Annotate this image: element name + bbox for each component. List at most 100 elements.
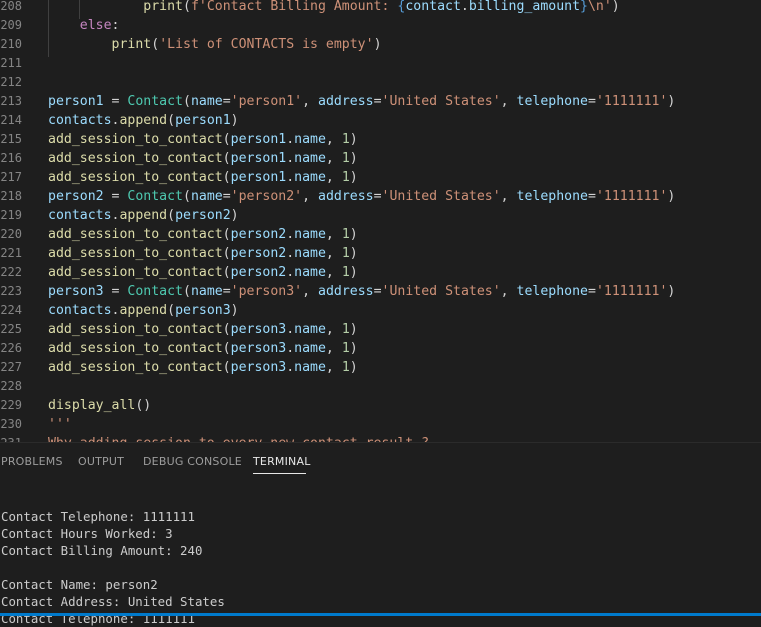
code-editor[interactable]: 208 print(f'Contact Billing Amount: {con… <box>0 0 761 442</box>
code-token: '1111111' <box>595 189 668 204</box>
code-text: print(f'Contact Billing Amount: {contact… <box>48 0 619 16</box>
code-token: ) <box>230 208 239 223</box>
code-line: 209 else: <box>0 16 761 35</box>
code-token: add_session_to_contact <box>48 151 223 166</box>
code-token: , <box>500 94 517 109</box>
code-token: . <box>286 227 295 242</box>
tab-output[interactable]: OUTPUT <box>78 455 124 468</box>
code-token: telephone <box>516 284 588 299</box>
code-token: ) <box>349 170 358 185</box>
code-token: ( <box>167 208 176 223</box>
code-token: person2 <box>175 208 231 223</box>
code-line: 228 <box>0 377 761 396</box>
code-token: person2 <box>48 189 104 204</box>
code-token: ( <box>151 37 160 52</box>
code-text: display_all() <box>48 396 151 415</box>
code-line: 230 ''' <box>0 415 761 434</box>
code-text: person3 = Contact(name='person3', addres… <box>48 282 675 301</box>
code-token: () <box>135 398 152 413</box>
code-token: contacts <box>48 208 112 223</box>
code-token: name <box>294 360 326 375</box>
code-token: append <box>119 303 168 318</box>
tab-problems[interactable]: PROBLEMS <box>1 455 63 468</box>
code-text: add_session_to_contact(person2.name, 1) <box>48 263 358 282</box>
line-number: 225 <box>0 322 22 336</box>
code-token: 1 <box>341 151 350 166</box>
code-token: 1 <box>341 341 350 356</box>
code-line: 223 person3 = Contact(name='person3', add… <box>0 282 761 301</box>
code-text: ''' <box>48 415 72 434</box>
code-token: append <box>119 113 168 128</box>
code-line: 231 Why adding session to every new conta… <box>0 434 761 442</box>
code-line: 220 add_session_to_contact(person2.name, … <box>0 225 761 244</box>
code-token: 1 <box>341 170 350 185</box>
terminal-line: Contact Hours Worked: 3 <box>1 526 173 541</box>
code-token: = <box>588 284 596 299</box>
line-number: 226 <box>0 341 22 355</box>
code-token: 1 <box>341 227 350 242</box>
code-token: person1 <box>230 170 287 185</box>
code-token: , <box>325 227 342 242</box>
code-token: = <box>222 284 231 299</box>
code-token: . <box>286 360 295 375</box>
code-token: ( <box>222 227 231 242</box>
line-number: 217 <box>0 170 22 184</box>
code-text: add_session_to_contact(person2.name, 1) <box>48 225 358 244</box>
code-token: print <box>143 0 183 14</box>
code-token: ( <box>222 151 231 166</box>
code-token: , <box>325 151 342 166</box>
code-token: 'person1' <box>230 94 303 109</box>
code-token: ) <box>349 341 358 356</box>
indent-guide <box>79 0 80 19</box>
line-number: 213 <box>0 94 22 108</box>
code-line: 225 add_session_to_contact(person3.name, … <box>0 320 761 339</box>
code-token: = <box>588 94 596 109</box>
tab-terminal[interactable]: TERMINAL <box>253 455 311 468</box>
code-text: person2 = Contact(name='person2', addres… <box>48 187 675 206</box>
code-token: person1 <box>230 132 287 147</box>
code-token: else <box>79 18 112 33</box>
code-line: 214 contacts.append(person1) <box>0 111 761 130</box>
line-number: 216 <box>0 151 22 165</box>
code-token: contacts <box>48 113 112 128</box>
code-token: ( <box>222 341 231 356</box>
code-text: person1 = Contact(name='person1', addres… <box>48 92 675 111</box>
code-token: add_session_to_contact <box>48 360 223 375</box>
line-number: 218 <box>0 189 22 203</box>
code-token: f'Contact Billing Amount: <box>190 0 398 14</box>
code-token: name <box>294 132 326 147</box>
code-token: 'person2' <box>230 189 303 204</box>
code-token: ) <box>349 322 358 337</box>
code-text: add_session_to_contact(person3.name, 1) <box>48 339 358 358</box>
code-token: telephone <box>516 94 588 109</box>
line-number: 230 <box>0 417 22 431</box>
code-token: ) <box>349 265 358 280</box>
terminal-output[interactable]: Contact Telephone: 1111111 Contact Hours … <box>0 491 761 627</box>
code-token: ( <box>222 360 231 375</box>
code-text: contacts.append(person2) <box>48 206 239 225</box>
code-token: 'person3' <box>230 284 303 299</box>
code-token: ) <box>349 246 358 261</box>
code-token: address <box>318 189 374 204</box>
code-token: , <box>302 284 319 299</box>
tab-debug-console[interactable]: DEBUG CONSOLE <box>143 455 242 468</box>
line-number: 223 <box>0 284 22 298</box>
code-token: ( <box>222 265 231 280</box>
code-token: ( <box>182 0 191 14</box>
line-number: 222 <box>0 265 22 279</box>
code-text: print('List of CONTACTS is empty') <box>48 35 382 54</box>
code-token: : <box>111 18 120 33</box>
code-token: person2 <box>230 265 287 280</box>
code-text: add_session_to_contact(person1.name, 1) <box>48 149 358 168</box>
code-token: ) <box>349 151 358 166</box>
code-line: 213 person1 = Contact(name='person1', add… <box>0 92 761 111</box>
code-token: Contact <box>127 94 183 109</box>
code-token: 'List of CONTACTS is empty' <box>159 37 374 52</box>
active-tab-indicator <box>253 473 306 474</box>
code-token: telephone <box>516 189 588 204</box>
code-token: . <box>460 0 469 14</box>
code-token: . <box>286 132 295 147</box>
terminal-line: Contact Billing Amount: 240 <box>1 543 203 558</box>
